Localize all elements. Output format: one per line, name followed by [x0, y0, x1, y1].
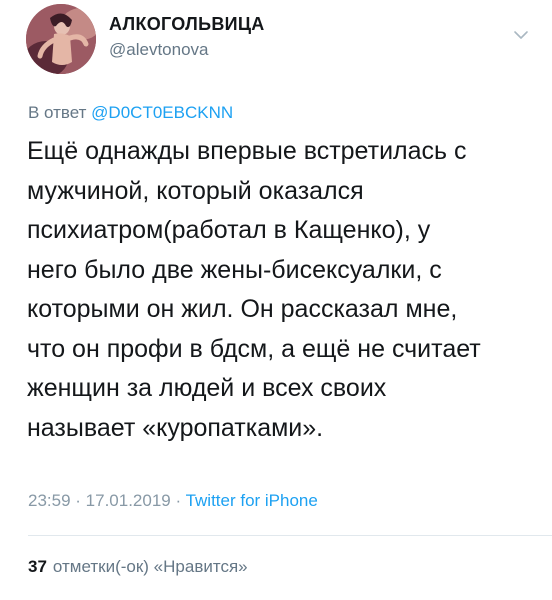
- tweet-meta: 23:59 · 17.01.2019 · Twitter for iPhone: [28, 491, 318, 511]
- tweet-time[interactable]: 23:59: [28, 491, 71, 510]
- chevron-down-icon[interactable]: [510, 24, 532, 46]
- username[interactable]: @alevtonova: [109, 40, 209, 60]
- likes-count: 37: [28, 557, 47, 576]
- display-name[interactable]: АЛКОГОЛЬВИЦА: [109, 14, 265, 35]
- reply-prefix: В ответ: [28, 103, 92, 122]
- divider: [28, 535, 552, 536]
- likes-label: отметки(-ок) «Нравится»: [52, 557, 248, 576]
- profile-photo-icon: [26, 4, 96, 74]
- tweet-date[interactable]: 17.01.2019: [86, 491, 171, 510]
- tweet-card: АЛКОГОЛЬВИЦА @alevtonova В ответ @D0CT0E…: [0, 0, 552, 600]
- likes-summary[interactable]: 37 отметки(-ок) «Нравится»: [28, 557, 248, 577]
- reply-mention-link[interactable]: @D0CT0EBCKNN: [91, 103, 233, 122]
- reply-context: В ответ @D0CT0EBCKNN: [28, 103, 233, 123]
- tweet-header: АЛКОГОЛЬВИЦА @alevtonova: [26, 0, 536, 80]
- tweet-text: Ещё однажды впервые встретилась с мужчин…: [27, 137, 481, 442]
- meta-separator: ·: [70, 491, 86, 510]
- tweet-source-link[interactable]: Twitter for iPhone: [186, 491, 318, 510]
- avatar[interactable]: [26, 4, 96, 74]
- meta-separator: ·: [170, 491, 186, 510]
